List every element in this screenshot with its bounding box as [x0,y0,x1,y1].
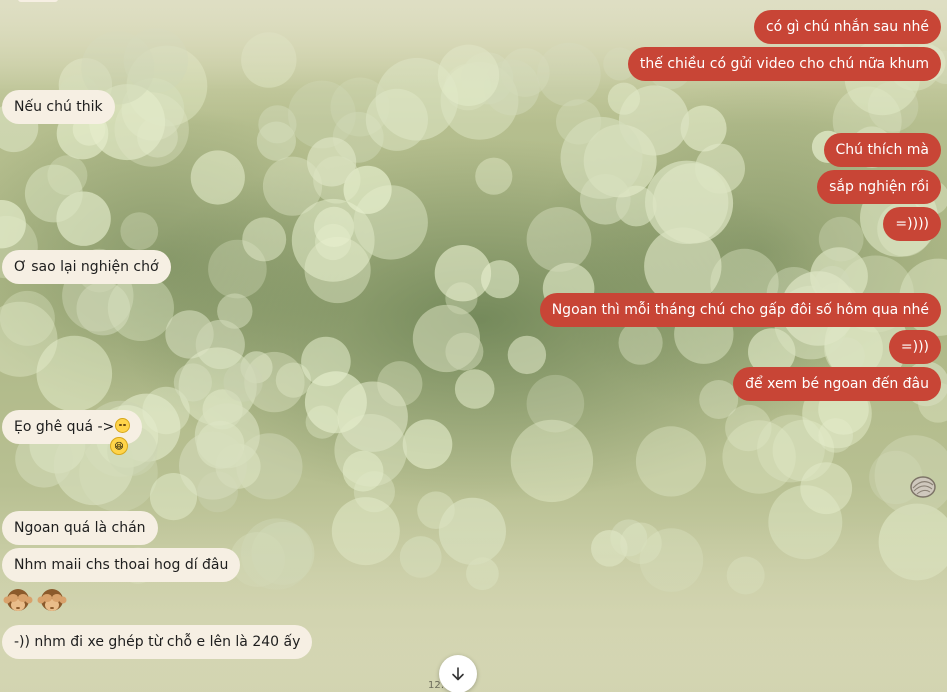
message-outgoing[interactable]: Ngoan thì mỗi tháng chú cho gấp đôi số h… [539,293,941,327]
hydrangea-blossom [434,245,492,302]
hydrangea-blossom [217,293,253,329]
scroll-to-bottom-button[interactable] [439,655,477,692]
message-incoming[interactable]: Ngoan quá là chán [2,511,158,545]
message-text: Nhm maii chs thoai hog dí đâu [14,557,229,573]
previous-message-edge [18,0,58,2]
hydrangea-blossom [301,336,351,387]
message-text: Chú thích mà [835,142,929,158]
message-outgoing[interactable]: có gì chú nhắn sau nhé [753,10,941,44]
hydrangea-blossom [36,335,113,412]
hydrangea-blossom [288,80,356,149]
message-text: Ngoan thì mỗi tháng chú cho gấp đôi số h… [551,302,929,318]
hydrangea-blossom [242,217,287,262]
hydrangea-blossom [173,363,212,402]
hydrangea-blossom [190,150,245,205]
hydrangea-blossom [635,426,707,497]
hydrangea-blossom [377,361,423,407]
arrow-down-icon [452,667,464,681]
hydrangea-blossom [618,320,663,365]
message-outgoing[interactable]: để xem bé ngoan đến đâu [733,367,941,401]
hydrangea-blossom [256,121,296,161]
hydrangea-blossom [47,155,88,196]
hydrangea-blossom [223,362,263,402]
hydrangea-blossom [342,450,384,492]
hydrangea-blossom [120,212,159,251]
hydrangea-blossom [722,420,796,494]
message-outgoing[interactable]: Chú thích mà [823,133,941,167]
message-text: thế chiều có gửi video cho chú nữa khum [639,56,929,72]
hydrangea-blossom [304,236,371,304]
see-no-evil-monkey-icon[interactable] [3,586,33,616]
message-outgoing[interactable]: thế chiều có gửi video cho chú nữa khum [627,47,941,81]
message-incoming[interactable]: Nhm maii chs thoai hog dí đâu [2,548,241,582]
message-text: Ơ sao lại nghiện chớ [14,259,159,275]
hydrangea-blossom [645,160,729,244]
see-no-evil-monkey-icon[interactable] [37,586,67,616]
hydrangea-blossom [412,304,480,373]
reaction-emoji: 😆 [114,442,124,452]
message-text: -)) nhm đi xe ghép từ chỗ e lên là 240 ấ… [14,634,301,650]
hydrangea-blossom [454,369,495,409]
message-text: =))) [900,339,929,355]
hydrangea-blossom [507,335,547,375]
hydrangea-blossom [194,403,260,469]
message-text: có gì chú nhắn sau nhé [765,19,929,35]
rolling-eyes-face-icon [115,418,131,433]
message-text: =)))) [895,216,929,232]
hydrangea-blossom [0,290,55,346]
hydrangea-blossom [305,405,339,439]
message-text: để xem bé ngoan đến đâu [745,376,929,392]
message-incoming[interactable]: Ơ sao lại nghiện chớ [2,250,171,284]
message-text: Ẹo ghê quá -> [14,419,115,435]
hydrangea-blossom [107,274,174,341]
laughing-face-icon[interactable]: 😆 [110,437,128,455]
hydrangea-blossom [475,157,513,195]
oyster-sticker[interactable] [908,471,938,501]
message-incoming[interactable]: -)) nhm đi xe ghép từ chỗ e lên là 240 ấ… [2,625,313,659]
message-text: sắp nghiện rồi [829,179,929,195]
message-incoming[interactable]: Nếu chú thik [2,90,115,124]
hydrangea-blossom [307,137,357,187]
message-text: Nếu chú thik [14,99,103,115]
hydrangea-blossom [560,116,643,199]
hydrangea-blossom [402,419,453,470]
hydrangea-blossom [149,473,198,521]
message-outgoing[interactable]: =)))) [883,207,941,241]
chat-area[interactable]: có gì chú nhắn sau nhé thế chiều có gửi … [0,0,947,692]
hydrangea-blossom [365,88,428,151]
message-text: Ngoan quá là chán [14,520,146,536]
message-outgoing[interactable]: sắp nghiện rồi [817,170,941,204]
hydrangea-blossom [526,207,592,272]
hydrangea-blossom [818,216,864,262]
message-outgoing[interactable]: =))) [888,330,941,364]
hydrangea-blossom [510,419,594,503]
